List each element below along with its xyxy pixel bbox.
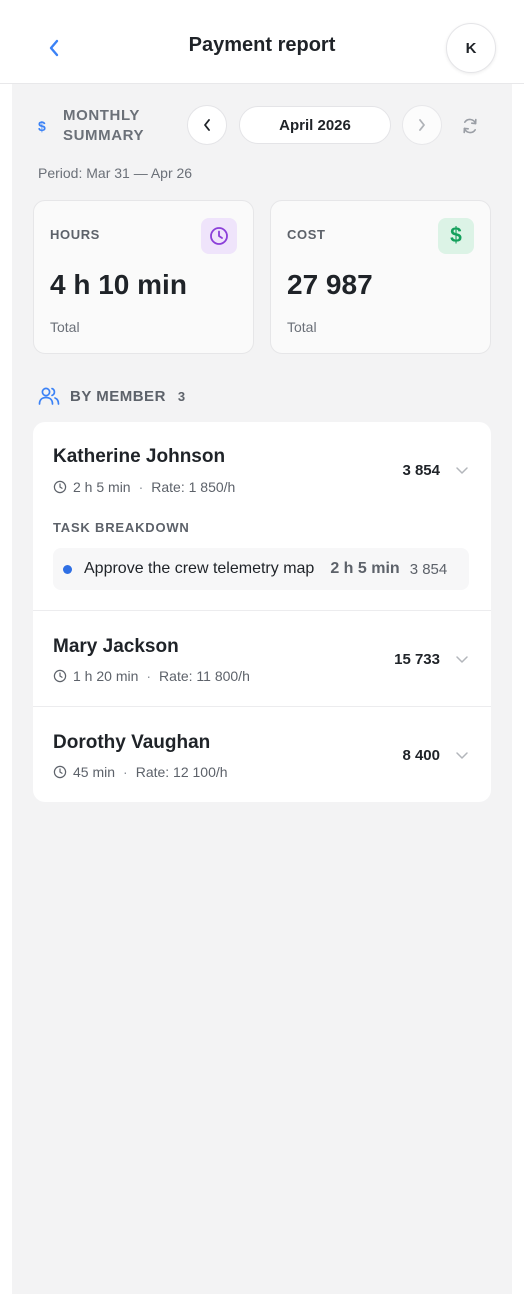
hours-card: HOURS 4 h 10 min Total	[33, 200, 254, 354]
member-name: Dorothy Vaughan	[53, 732, 211, 753]
chevron-down-icon	[456, 656, 468, 663]
clock-icon	[53, 765, 67, 779]
report-content: $ MONTHLY SUMMARY April 2026 Period: Mar …	[12, 84, 512, 1294]
member-rate: Rate: 11 800/h	[159, 668, 250, 684]
member-amount: 8 400	[402, 747, 440, 764]
member-meta: 2 h 5 min · Rate: 1 850/h	[53, 479, 235, 495]
monthly-summary-label: MONTHLY SUMMARY	[63, 107, 145, 144]
monthly-summary-header: $ MONTHLY SUMMARY	[38, 106, 144, 146]
next-month-button[interactable]	[402, 105, 442, 145]
month-selector[interactable]: April 2026	[239, 106, 391, 144]
task-breakdown-title: TASK BREAKDOWN	[53, 520, 190, 535]
member-name: Mary Jackson	[53, 636, 179, 657]
chevron-down-icon	[456, 467, 468, 474]
task-bullet	[63, 564, 72, 574]
member-amount: 3 854	[402, 462, 440, 479]
task-name: Approve the crew telemetry map	[84, 560, 315, 577]
separator-dot: ·	[123, 764, 128, 780]
member-count-badge: 3	[177, 388, 186, 404]
users-icon	[38, 387, 60, 405]
previous-month-button[interactable]	[187, 105, 227, 145]
clock-icon	[201, 218, 237, 254]
refresh-icon	[463, 118, 477, 134]
task-time: 2 h 5 min	[330, 560, 400, 577]
members-list: Katherine Johnson 2 h 5 min · Rate: 1 85…	[33, 422, 491, 802]
separator-dot: ·	[146, 668, 152, 684]
task-cost: 3 854	[409, 560, 448, 578]
dollar-icon: $	[38, 118, 46, 134]
period-text: Period: Mar 31 — Apr 26	[38, 165, 193, 181]
avatar[interactable]: K	[446, 23, 496, 73]
task-row[interactable]: Approve the crew telemetry map 2 h 5 min…	[53, 548, 469, 590]
cost-label: COST	[287, 227, 326, 242]
hours-value: 4 h 10 min	[50, 269, 187, 300]
member-row-mary-jackson[interactable]: Mary Jackson 1 h 20 min · Rate: 11 800/h…	[33, 610, 491, 706]
member-row-dorothy-vaughan[interactable]: Dorothy Vaughan 45 min · Rate: 12 100/h …	[33, 706, 491, 802]
app-header: Payment report K	[0, 0, 524, 84]
member-name: Katherine Johnson	[53, 446, 226, 467]
member-meta: 45 min · Rate: 12 100/h	[53, 764, 228, 780]
cost-sub: Total	[287, 319, 317, 335]
dollar-icon: $	[438, 218, 474, 254]
refresh-button[interactable]	[456, 112, 484, 140]
member-row-katherine-johnson[interactable]: Katherine Johnson 2 h 5 min · Rate: 1 85…	[33, 422, 491, 610]
cost-value: 27 987	[287, 269, 373, 300]
member-amount: 15 733	[394, 651, 440, 668]
member-time: 1 h 20 min	[73, 668, 139, 684]
clock-icon	[53, 669, 67, 683]
by-member-header: BY MEMBER 3	[38, 386, 185, 406]
by-member-label: BY MEMBER	[70, 387, 166, 405]
member-time: 45 min	[73, 764, 116, 780]
member-meta: 1 h 20 min · Rate: 11 800/h	[53, 668, 250, 684]
member-rate: Rate: 12 100/h	[135, 764, 228, 780]
clock-icon	[53, 480, 67, 494]
member-rate: Rate: 1 850/h	[151, 479, 236, 495]
hours-sub: Total	[50, 319, 80, 335]
chevron-right-icon	[419, 119, 425, 131]
chevron-down-icon	[456, 752, 468, 759]
chevron-left-icon	[204, 119, 210, 131]
separator-dot: ·	[138, 479, 144, 495]
hours-label: HOURS	[50, 227, 100, 242]
member-time: 2 h 5 min	[73, 479, 131, 495]
cost-card: COST $ 27 987 Total	[270, 200, 491, 354]
